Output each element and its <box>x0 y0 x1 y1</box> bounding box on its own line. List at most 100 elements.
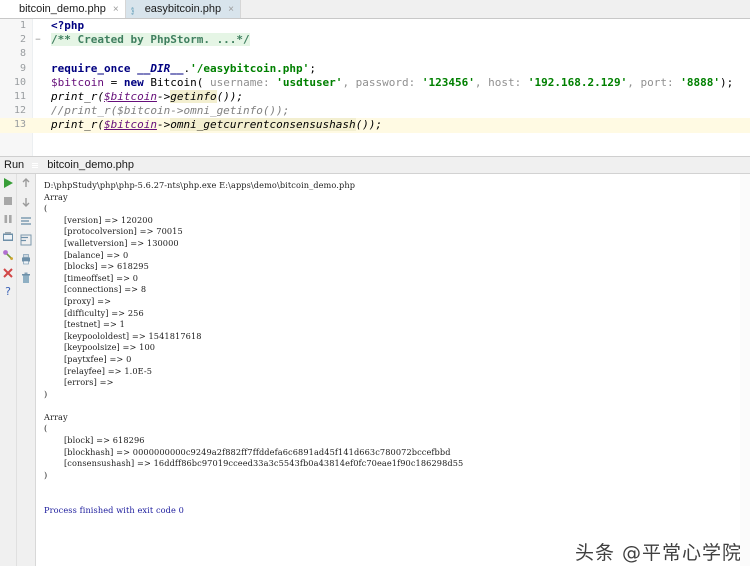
bitcoin-variable: $bitcoin <box>51 76 104 89</box>
console-array-open: ( <box>44 423 750 435</box>
print-icon[interactable] <box>20 253 32 265</box>
editor-tab-bar: bitcoin_demo.php × c easybitcoin.php × <box>0 0 750 19</box>
console-array-item: [testnet] => 1 <box>44 319 750 331</box>
console-array-close: ) <box>44 389 750 401</box>
console-array-item: [paytxfee] => 0 <box>44 354 750 366</box>
scroll-up-icon[interactable] <box>20 177 32 189</box>
line-number: 13 <box>0 118 32 132</box>
phpstorm-window: bitcoin_demo.php × c easybitcoin.php × 1… <box>0 0 750 565</box>
close-icon[interactable]: × <box>228 4 234 15</box>
console-array-item: [block] => 618296 <box>44 435 750 447</box>
console-array-header: Array <box>44 192 750 204</box>
editor-tab-label: bitcoin_demo.php <box>19 3 106 15</box>
fold-marker <box>32 47 44 61</box>
line-number: 8 <box>0 47 32 61</box>
console-array-item: [timeoffset] => 0 <box>44 273 750 285</box>
code-text: /** Created by PhpStorm. ...*/ <box>44 33 250 47</box>
run-panel-header: Run bitcoin_demo.php <box>0 157 750 174</box>
param-hint-password: , password: <box>342 76 421 89</box>
fold-marker[interactable]: − <box>32 33 44 47</box>
fold-marker <box>32 62 44 76</box>
console-array-item: [walletversion] => 130000 <box>44 238 750 250</box>
new-keyword: new <box>124 76 144 89</box>
username-value: 'usdtuser' <box>276 76 342 89</box>
console-array-item: [proxy] => <box>44 296 750 308</box>
commented-print-r: //print_r($bitcoin->omni_getinfo()); <box>51 104 289 117</box>
code-line: 12 //print_r($bitcoin->omni_getinfo()); <box>0 104 750 118</box>
code-editor[interactable]: 1 <?php 2 − /** Created by PhpStorm. ...… <box>0 19 750 157</box>
code-text: print_r($bitcoin->getinfo()); <box>44 90 243 104</box>
console-array-item: [connections] => 8 <box>44 284 750 296</box>
console-array-item: [protocolversion] => 70015 <box>44 226 750 238</box>
docblock-comment: /** Created by PhpStorm. ...*/ <box>51 33 250 46</box>
php-file-icon <box>30 160 41 171</box>
require-keyword: require_once <box>51 62 130 75</box>
run-panel-body: ? D:\phpStudy\php\php-5.6.27-nts\php.exe… <box>0 174 750 566</box>
console-array-item: [keypoololdest] => 1541817618 <box>44 331 750 343</box>
run-button[interactable] <box>2 177 14 189</box>
console-array-item: [blocks] => 618295 <box>44 261 750 273</box>
include-path-string: '/easybitcoin.php' <box>190 62 309 75</box>
code-lines: 1 <?php 2 − /** Created by PhpStorm. ...… <box>0 19 750 133</box>
class-file-icon: c <box>131 4 141 15</box>
code-text: <?php <box>44 19 84 33</box>
code-line: 8 <box>0 47 750 61</box>
code-line: 1 <?php <box>0 19 750 33</box>
code-text <box>44 47 51 61</box>
code-text: $bitcoin = new Bitcoin( username: 'usdtu… <box>44 76 733 90</box>
line-number: 10 <box>0 76 32 90</box>
trash-icon[interactable] <box>20 272 32 284</box>
password-value: '123456' <box>422 76 475 89</box>
console-array-open: ( <box>44 203 750 215</box>
param-hint-username: username: <box>203 76 276 89</box>
console-array-item: [consensushash] => 16ddff86bc97019cceed3… <box>44 458 750 470</box>
port-value: '8888' <box>680 76 720 89</box>
print-r-call: print_r <box>51 118 97 131</box>
code-line: 11 print_r($bitcoin->getinfo()); <box>0 90 750 104</box>
fold-marker <box>32 104 44 118</box>
console-array-item: [keypoolsize] => 100 <box>44 342 750 354</box>
console-array-item: [relayfee] => 1.0E-5 <box>44 366 750 378</box>
show-console-button[interactable] <box>2 231 14 243</box>
editor-tab-bitcoin-demo[interactable]: bitcoin_demo.php × <box>0 0 126 18</box>
bitcoin-variable: $bitcoin <box>104 118 157 131</box>
run-toolbar-secondary <box>17 174 36 566</box>
scroll-to-end-icon[interactable] <box>20 234 32 246</box>
pause-button[interactable] <box>2 213 14 225</box>
fold-marker[interactable] <box>32 19 44 33</box>
line-number: 11 <box>0 90 32 104</box>
php-file-icon <box>5 4 15 15</box>
code-line: 2 − /** Created by PhpStorm. ...*/ <box>0 33 750 47</box>
run-configuration-name[interactable]: bitcoin_demo.php <box>47 159 134 171</box>
console-scrollbar[interactable] <box>740 174 750 566</box>
code-line: 9 require_once __DIR__.'/easybitcoin.php… <box>0 62 750 76</box>
line-number: 12 <box>0 104 32 118</box>
soft-wrap-icon[interactable] <box>20 215 32 227</box>
line-number: 1 <box>0 19 32 33</box>
omni-getcurrentconsensushash-method: omni_getcurrentconsensushash <box>170 118 355 131</box>
pin-tab-button[interactable] <box>2 249 14 261</box>
close-icon[interactable] <box>2 267 14 279</box>
console-exit-message: Process finished with exit code 0 <box>44 505 750 517</box>
scroll-down-icon[interactable] <box>20 196 32 208</box>
help-icon[interactable]: ? <box>2 285 14 297</box>
editor-tab-easybitcoin[interactable]: c easybitcoin.php × <box>126 0 241 18</box>
console-array-item: [difficulty] => 256 <box>44 308 750 320</box>
stop-button[interactable] <box>2 195 14 207</box>
watermark: 头条 @平常心学院 <box>575 548 742 560</box>
fold-marker <box>32 90 44 104</box>
php-open-tag: <?php <box>51 19 84 32</box>
getinfo-method: getinfo <box>170 90 216 103</box>
print-r-call: print_r <box>51 90 97 103</box>
svg-text:?: ? <box>5 285 11 297</box>
code-line: 10 $bitcoin = new Bitcoin( username: 'us… <box>0 76 750 90</box>
bitcoin-variable: $bitcoin <box>104 90 157 103</box>
close-icon[interactable]: × <box>113 4 119 15</box>
console-array-header: Array <box>44 412 750 424</box>
run-toolbar-left: ? <box>0 174 17 566</box>
fold-marker <box>32 118 44 132</box>
code-text: require_once __DIR__.'/easybitcoin.php'; <box>44 62 316 76</box>
line-number: 2 <box>0 33 32 47</box>
param-hint-host: , host: <box>475 76 528 89</box>
console-output[interactable]: D:\phpStudy\php\php-5.6.27-nts\php.exe E… <box>36 174 750 566</box>
